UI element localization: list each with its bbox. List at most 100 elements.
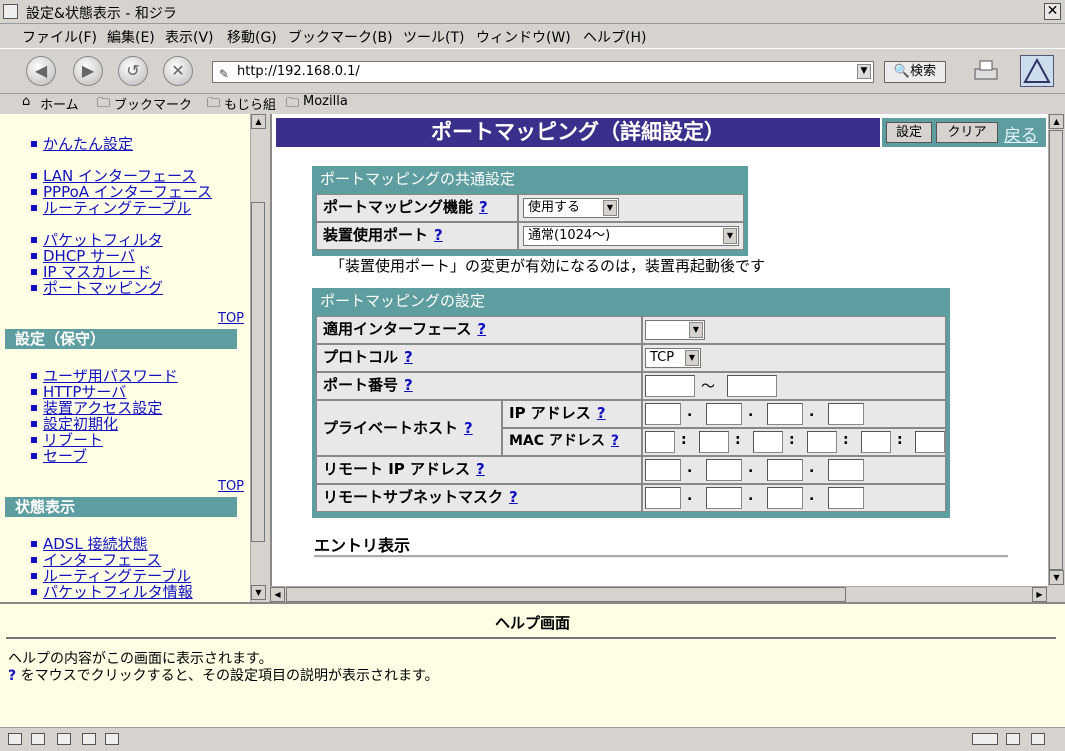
private-ip-octet4-input[interactable] [828,403,864,425]
private-ip-octet1-input[interactable] [645,403,681,425]
help-link[interactable]: ? [597,404,606,422]
sidebar-item-dhcp[interactable]: DHCP サーバ [43,248,135,264]
sidebar-item-http-server[interactable]: HTTPサーバ [43,384,126,400]
menu-help[interactable]: ヘルプ(H) [583,27,646,47]
sidebar-item-easy-setup[interactable]: かんたん設定 [43,136,133,152]
clear-button[interactable]: クリア [936,122,998,143]
help-link[interactable]: ? [434,226,443,244]
mapping-settings-title: ポートマッピングの設定 [320,292,486,310]
stop-button[interactable]: ✕ [163,56,193,86]
private-ip-octet3-input[interactable] [767,403,803,425]
bookmark-home[interactable]: ホーム [40,94,79,113]
menu-tools[interactable]: ツール(T) [403,27,464,47]
protocol-select[interactable]: TCP ▼ [645,348,701,368]
port-end-input[interactable] [727,375,777,397]
reload-button[interactable]: ↺ [118,56,148,86]
mac-octet6-input[interactable] [915,431,945,453]
port-number-label: ポート番号? [316,372,642,400]
navigator-icon[interactable] [8,733,22,745]
composer-icon[interactable] [82,733,96,745]
help-link[interactable]: ? [476,460,485,478]
sidebar-item-factory-reset[interactable]: 設定初期化 [43,416,118,432]
sidebar-item-port-mapping[interactable]: ポートマッピング [43,280,163,296]
scroll-up-icon[interactable]: ▲ [251,114,266,129]
remote-mask-octet2-input[interactable] [706,487,742,509]
function-value-cell: 使用する ▼ [518,194,744,222]
top-link[interactable]: TOP [218,311,244,326]
print-icon[interactable] [972,57,1002,85]
help-link[interactable]: ? [464,419,473,437]
private-ip-octet2-input[interactable] [706,403,742,425]
scroll-thumb[interactable] [1049,130,1063,570]
sidebar-item-user-password[interactable]: ユーザ用パスワード [43,368,178,384]
top-link[interactable]: TOP [218,479,244,494]
sidebar-item-routing[interactable]: ルーティングテーブル [43,200,191,216]
menu-edit[interactable]: 編集(E) [107,27,155,47]
help-link[interactable]: ? [611,433,619,449]
sidebar-item-lan[interactable]: LAN インターフェース [43,168,196,184]
menu-view[interactable]: 表示(V) [165,27,214,47]
help-link[interactable]: ? [477,320,486,338]
device-port-select[interactable]: 通常(1024～) ▼ [523,226,739,246]
bookmark-mojira[interactable]: もじら組 [224,94,276,113]
colon-separator: : [897,432,903,448]
scroll-down-icon[interactable]: ▼ [1049,570,1064,585]
hscroll-thumb[interactable] [286,587,846,602]
help-link[interactable]: ? [404,348,413,366]
set-button[interactable]: 設定 [886,122,932,143]
remote-ip-octet4-input[interactable] [828,459,864,481]
window-close-button[interactable]: ✕ [1044,3,1061,20]
back-link[interactable]: 戻る [1004,121,1038,146]
scroll-right-icon[interactable]: ▶ [1032,587,1047,602]
help-link[interactable]: ? [404,376,413,394]
help-link[interactable]: ? [509,488,518,506]
scroll-thumb[interactable] [251,202,265,542]
sidebar-item-packet-filter-info[interactable]: パケットフィルタ情報 [43,584,193,600]
window-menu-icon[interactable] [3,4,18,19]
mac-octet3-input[interactable] [753,431,783,453]
mail-icon[interactable] [31,733,45,745]
interface-select[interactable]: ▼ [645,320,705,340]
sidebar-item-pppoa[interactable]: PPPoA インターフェース [43,184,212,200]
remote-mask-octet4-input[interactable] [828,487,864,509]
sidebar-item-packet-filter[interactable]: パケットフィルタ [43,232,163,248]
sidebar-item-device-access[interactable]: 装置アクセス設定 [43,400,162,416]
mac-octet1-input[interactable] [645,431,675,453]
chat-icon[interactable] [57,733,71,745]
addressbook-icon[interactable] [105,733,119,745]
scroll-down-icon[interactable]: ▼ [251,585,266,600]
remote-mask-octet1-input[interactable] [645,487,681,509]
scroll-up-icon[interactable]: ▲ [1049,114,1064,129]
url-dropdown-icon[interactable]: ▼ [857,64,871,79]
port-mapping-function-select[interactable]: 使用する ▼ [523,198,619,218]
scroll-left-icon[interactable]: ◀ [270,587,285,602]
remote-ip-octet1-input[interactable] [645,459,681,481]
help-link[interactable]: ? [479,198,488,216]
mac-octet4-input[interactable] [807,431,837,453]
menu-window[interactable]: ウィンドウ(W) [476,27,571,47]
mac-octet2-input[interactable] [699,431,729,453]
sidebar-item-save[interactable]: セーブ [43,448,87,464]
menu-file[interactable]: ファイル(F) [22,27,97,47]
back-button[interactable]: ◀ [26,56,56,86]
mac-octet5-input[interactable] [861,431,891,453]
menu-go[interactable]: 移動(G) [227,27,277,47]
sidebar-item-adsl-status[interactable]: ADSL 接続状態 [43,536,147,552]
remote-ip-octet2-input[interactable] [706,459,742,481]
port-start-input[interactable] [645,375,695,397]
sidebar-item-routing-table[interactable]: ルーティングテーブル [43,568,191,584]
remote-ip-octet3-input[interactable] [767,459,803,481]
bookmark-folder[interactable]: ブックマーク [114,94,192,113]
url-bar[interactable]: ✎ http://192.168.0.1/ ▼ [212,61,874,83]
search-button[interactable]: 🔍検索 [884,61,946,83]
bookmark-mozilla[interactable]: Mozilla [303,94,348,109]
sidebar-item-interface[interactable]: インターフェース [43,552,161,568]
remote-mask-octet3-input[interactable] [767,487,803,509]
sidebar-scrollbar[interactable]: ▲ ▼ [250,114,266,602]
menu-bookmarks[interactable]: ブックマーク(B) [288,27,393,47]
main-hscrollbar[interactable]: ◀ ▶ [270,586,1048,602]
forward-button[interactable]: ▶ [73,56,103,86]
sidebar-item-reboot[interactable]: リブート [43,432,103,448]
sidebar-item-ip-masquerade[interactable]: IP マスカレード [43,264,151,280]
main-scrollbar[interactable]: ▲ ▼ [1048,114,1064,586]
